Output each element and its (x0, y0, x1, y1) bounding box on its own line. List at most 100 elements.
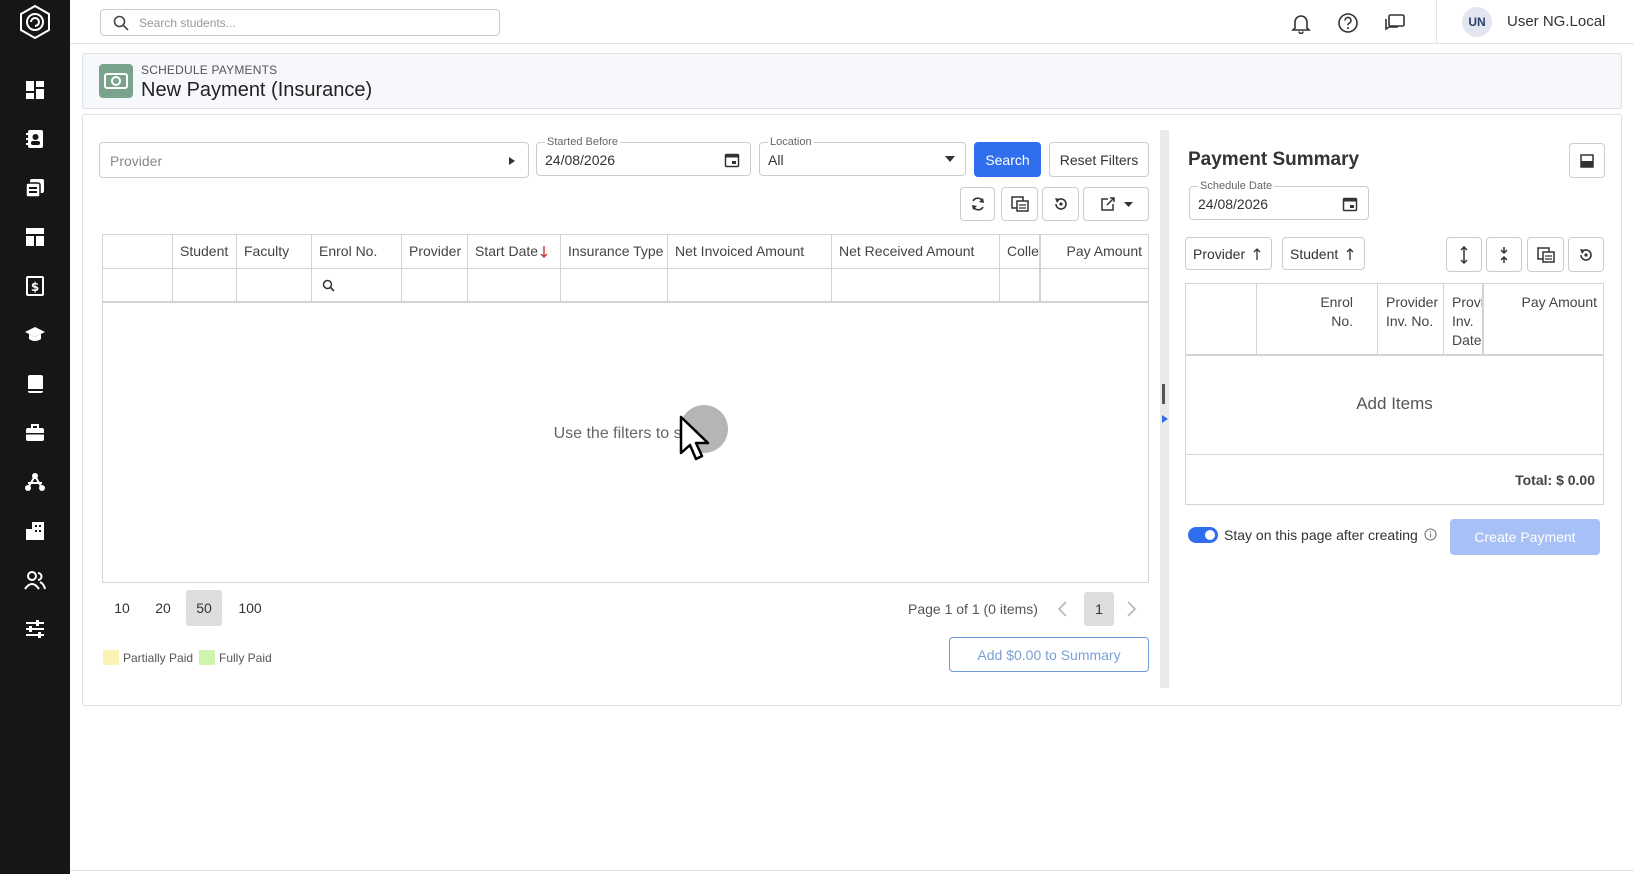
column-header-net-received[interactable]: Net Received Amount (832, 235, 1000, 268)
collapse-vertical-icon (1500, 246, 1508, 263)
student-search[interactable] (100, 9, 500, 36)
stay-on-page-toggle[interactable] (1188, 527, 1218, 543)
avatar[interactable]: UN (1462, 7, 1492, 37)
filter-cell[interactable] (1042, 269, 1150, 301)
network-icon[interactable] (22, 469, 48, 495)
filter-cell[interactable] (832, 269, 1000, 301)
filter-cell[interactable] (468, 269, 561, 301)
summary-column-provider-inv-no[interactable]: Provider Inv. No. (1378, 284, 1444, 354)
create-payment-button[interactable]: Create Payment (1450, 519, 1600, 555)
money-icon (99, 64, 133, 98)
caret-right-icon[interactable] (1162, 415, 1168, 423)
search-button[interactable]: Search (974, 142, 1041, 177)
provider-filter[interactable]: Provider (99, 142, 529, 178)
column-header-pay-amount[interactable]: Pay Amount (1042, 235, 1150, 268)
reset-layout-icon (1054, 198, 1067, 210)
filter-cell[interactable] (402, 269, 468, 301)
filter-cell[interactable] (561, 269, 668, 301)
info-icon[interactable] (1424, 528, 1437, 541)
started-before-field[interactable]: Started Before 24/08/2026 (536, 136, 751, 176)
chevron-right-icon[interactable] (1122, 600, 1140, 618)
grid-empty-message: Use the filters to sea (553, 425, 700, 442)
help-icon[interactable] (1337, 12, 1359, 34)
layout-icon[interactable] (22, 224, 48, 250)
schedule-date-field[interactable]: Schedule Date 24/08/2026 (1189, 180, 1369, 220)
fully-paid-legend: Fully Paid (219, 651, 272, 665)
reset-layout-button[interactable] (1042, 187, 1079, 221)
building-icon[interactable] (22, 518, 48, 544)
summary-column-provider-inv-date[interactable]: Provi Inv. Date (1444, 284, 1484, 354)
column-header-student[interactable]: Student (173, 235, 237, 268)
schedule-date-label: Schedule Date (1198, 180, 1275, 193)
expand-vertical-icon (1460, 245, 1468, 264)
app-logo-icon[interactable] (17, 4, 53, 40)
collapse-all-button[interactable] (1486, 237, 1522, 272)
export-icon (1100, 197, 1115, 211)
settings-sliders-icon[interactable] (22, 616, 48, 642)
filter-cell[interactable] (668, 269, 832, 301)
payments-icon[interactable]: $ (22, 273, 48, 299)
refresh-button[interactable] (960, 187, 995, 221)
user-name[interactable]: User NG.Local (1507, 13, 1605, 30)
summary-column-pay-amount[interactable]: Pay Amount (1485, 284, 1605, 354)
page-size-20[interactable]: 20 (145, 590, 181, 626)
page-size-100[interactable]: 100 (232, 590, 268, 626)
student-search-input[interactable] (139, 13, 489, 33)
summary-select-column[interactable] (1186, 284, 1257, 354)
grid-filter-row (103, 269, 1148, 303)
sort-provider-button[interactable]: Provider (1185, 237, 1272, 270)
filter-cell[interactable] (237, 269, 312, 301)
book-icon[interactable] (22, 371, 48, 397)
add-to-summary-button[interactable]: Add $0.00 to Summary (949, 637, 1149, 672)
column-header-enrol-no[interactable]: Enrol No. (312, 235, 402, 268)
students-icon[interactable] (22, 126, 48, 152)
briefcase-icon[interactable] (22, 420, 48, 446)
expand-all-button[interactable] (1446, 237, 1482, 272)
chevron-left-icon[interactable] (1054, 600, 1072, 618)
graduation-icon[interactable] (22, 322, 48, 348)
footer-divider (70, 870, 1634, 871)
filter-cell[interactable] (1000, 269, 1041, 301)
payment-summary-title: Payment Summary (1188, 149, 1360, 170)
column-chooser-button[interactable] (1001, 187, 1038, 221)
column-header-faculty[interactable]: Faculty (237, 235, 312, 268)
collapse-panel-button[interactable] (1569, 143, 1605, 178)
chat-icon[interactable] (1384, 12, 1406, 34)
sidebar: $ (0, 0, 70, 874)
column-chooser-icon (1536, 246, 1555, 263)
column-header-provider[interactable]: Provider (402, 235, 468, 268)
page-size-10[interactable]: 10 (104, 590, 140, 626)
summary-column-enrol-no[interactable]: Enrol No. (1257, 284, 1378, 354)
sort-descending-icon (540, 246, 548, 258)
select-column-header[interactable] (103, 235, 173, 268)
chevron-down-icon (1123, 201, 1133, 207)
reset-filters-button[interactable]: Reset Filters (1049, 142, 1149, 177)
page-size-50[interactable]: 50 (186, 590, 222, 626)
column-header-insurance-type[interactable]: Insurance Type (561, 235, 668, 268)
calendar-icon[interactable] (724, 152, 740, 168)
column-header-net-invoiced[interactable]: Net Invoiced Amount (668, 235, 832, 268)
column-header-collected[interactable]: Colle (1000, 235, 1041, 268)
export-menu-button[interactable] (1083, 187, 1149, 221)
dashboard-icon[interactable] (22, 77, 48, 103)
page-button-current[interactable]: 1 (1084, 592, 1114, 626)
summary-column-chooser-button[interactable] (1527, 237, 1564, 272)
users-icon[interactable] (22, 567, 48, 593)
location-value: All (768, 152, 784, 168)
bell-icon[interactable] (1290, 12, 1312, 34)
filter-cell[interactable] (173, 269, 237, 301)
summary-reset-layout-button[interactable] (1568, 237, 1604, 272)
filter-cell-enrol-no[interactable] (312, 269, 402, 301)
panel-splitter[interactable] (1160, 130, 1169, 688)
paging-info: Page 1 of 1 (0 items) (908, 601, 1038, 617)
documents-icon[interactable] (22, 175, 48, 201)
sort-ascending-icon (1346, 247, 1354, 260)
top-bar-divider (1436, 0, 1437, 44)
splitter-grip[interactable] (1162, 384, 1165, 404)
location-select[interactable]: Location All (759, 136, 966, 176)
sort-student-button[interactable]: Student (1282, 237, 1365, 270)
top-bar: UN User NG.Local (70, 0, 1634, 44)
location-label: Location (768, 136, 814, 149)
column-header-start-date[interactable]: Start Date (468, 235, 561, 268)
calendar-icon[interactable] (1342, 196, 1358, 212)
